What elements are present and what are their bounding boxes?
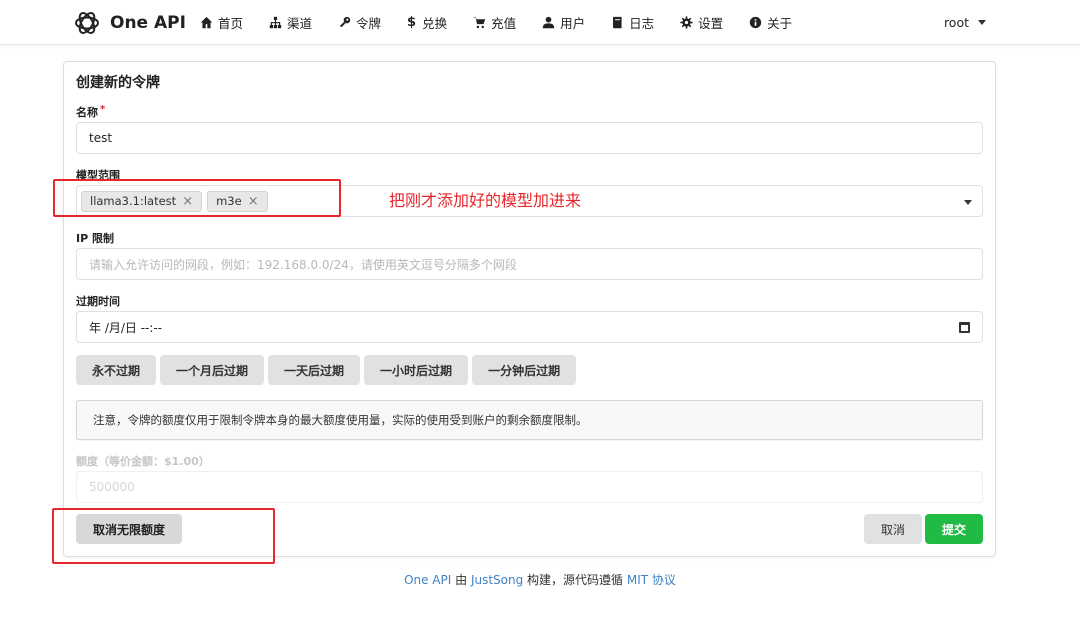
- sitemap-icon: [269, 16, 282, 29]
- chevron-down-icon: [978, 20, 986, 25]
- nav-item-users[interactable]: 用户: [542, 13, 585, 32]
- cancel-button[interactable]: 取消: [864, 514, 922, 544]
- chip-remove-icon[interactable]: ×: [182, 194, 193, 209]
- book-icon: [613, 16, 622, 29]
- user-icon: [542, 16, 555, 29]
- chevron-down-icon[interactable]: [964, 200, 972, 205]
- name-input[interactable]: test: [76, 122, 983, 154]
- nav-item-label: 设置: [698, 16, 724, 31]
- footer: One API 由 JustSong 构建，源代码遵循 MIT 协议: [404, 573, 676, 587]
- expire-value: 年 /月/日 --:--: [89, 320, 163, 335]
- top-navbar: One API 首页 渠道 令牌 $ 兑换 充值 用户 日志 设置 关于 roo…: [0, 0, 1080, 45]
- page-title: 创建新的令牌: [76, 75, 160, 91]
- models-label: 模型范围: [76, 169, 120, 182]
- nav-item-settings[interactable]: 设置: [680, 13, 723, 32]
- app-name: One API: [110, 13, 186, 33]
- model-chip: m3e ×: [207, 190, 268, 212]
- annotation-text: 把刚才添加好的模型加进来: [389, 191, 582, 210]
- submit-button[interactable]: 提交: [925, 514, 983, 544]
- nav-item-topup[interactable]: 充值: [473, 13, 516, 32]
- name-input-value: test: [89, 131, 113, 145]
- ip-limit-input[interactable]: 请输入允许访问的网段，例如：192.168.0.0/24，请使用英文逗号分隔多个…: [76, 248, 983, 280]
- info-icon: [749, 16, 762, 29]
- nav-item-label: 用户: [560, 16, 586, 31]
- nav-item-label: 兑换: [422, 16, 448, 31]
- nav-item-label: 日志: [629, 16, 655, 31]
- cart-icon: [473, 16, 486, 29]
- footer-author-link[interactable]: JustSong: [471, 573, 523, 587]
- nav-item-channels[interactable]: 渠道: [269, 13, 312, 32]
- key-icon: [340, 16, 351, 28]
- openai-logo-icon: [75, 12, 99, 34]
- home-icon: [200, 16, 213, 29]
- cancel-unlimited-quota-button[interactable]: 取消无限额度: [76, 514, 183, 544]
- ip-limit-label: IP 限制: [76, 232, 114, 245]
- nav-item-label: 关于: [767, 16, 793, 31]
- chip-remove-icon[interactable]: ×: [248, 194, 259, 209]
- dollar-icon: $: [407, 15, 417, 30]
- footer-app-link[interactable]: One API: [404, 573, 451, 587]
- brand[interactable]: One API: [72, 8, 186, 38]
- nav-item-home[interactable]: 首页: [200, 13, 243, 32]
- nav-item-label: 充值: [491, 16, 517, 31]
- required-mark: *: [100, 104, 106, 115]
- gear-icon: [680, 16, 693, 29]
- calendar-icon[interactable]: [959, 322, 970, 333]
- create-token-card: 创建新的令牌 名称 * test 模型范围 llama3.1:latest × m…: [63, 61, 996, 557]
- expire-one-day-button[interactable]: 一天后过期: [268, 355, 361, 385]
- user-menu[interactable]: root: [944, 0, 986, 45]
- nav-item-label: 渠道: [287, 16, 313, 31]
- nav-item-about[interactable]: 关于: [749, 13, 792, 32]
- nav-item-label: 首页: [218, 16, 244, 31]
- footer-license-link[interactable]: MIT 协议: [627, 573, 676, 587]
- nav-item-logs[interactable]: 日志: [611, 13, 654, 32]
- nav-item-redeem[interactable]: $ 兑换: [407, 13, 447, 32]
- nav-item-tokens[interactable]: 令牌: [338, 13, 381, 32]
- nav-item-label: 令牌: [356, 16, 382, 31]
- expire-quick-buttons: 永不过期 一个月后过期 一天后过期 一小时后过期 一分钟后过期: [76, 355, 580, 385]
- expire-one-minute-button[interactable]: 一分钟后过期: [472, 355, 577, 385]
- name-label: 名称 *: [76, 104, 106, 119]
- quota-notice: 注意，令牌的额度仅用于限制令牌本身的最大额度使用量，实际的使用受到账户的剩余额度…: [76, 400, 983, 440]
- main-nav: 首页 渠道 令牌 $ 兑换 充值 用户 日志 设置 关于: [200, 0, 818, 45]
- username: root: [943, 15, 969, 30]
- model-chip: llama3.1:latest ×: [81, 190, 203, 212]
- ip-limit-placeholder: 请输入允许访问的网段，例如：192.168.0.0/24，请使用英文逗号分隔多个…: [89, 257, 517, 272]
- notice-text: 注意，令牌的额度仅用于限制令牌本身的最大额度使用量，实际的使用受到账户的剩余额度…: [93, 413, 588, 427]
- quota-input: 500000: [76, 471, 983, 503]
- quota-placeholder: 500000: [89, 480, 135, 494]
- expire-one-hour-button[interactable]: 一小时后过期: [364, 355, 469, 385]
- quota-label: 额度（等价金额：$1.00）: [76, 455, 210, 468]
- expire-label: 过期时间: [76, 295, 120, 308]
- expire-one-month-button[interactable]: 一个月后过期: [160, 355, 265, 385]
- expire-datetime-input[interactable]: 年 /月/日 --:--: [76, 311, 983, 343]
- never-expire-button[interactable]: 永不过期: [76, 355, 157, 385]
